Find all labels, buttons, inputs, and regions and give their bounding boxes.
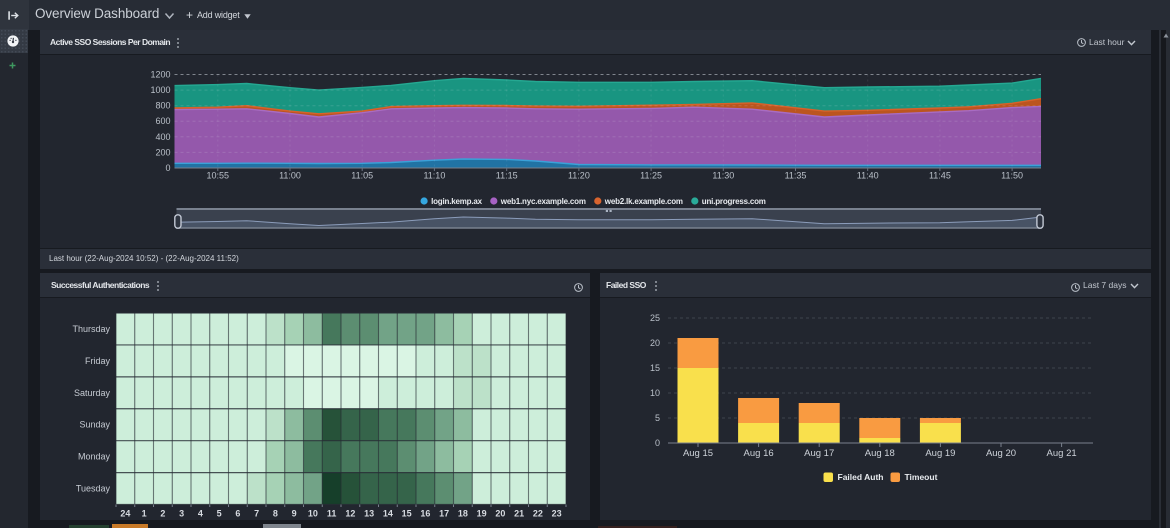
svg-text:uni.progress.com: uni.progress.com: [702, 197, 766, 206]
svg-text:10:55: 10:55: [207, 171, 230, 181]
svg-text:20: 20: [495, 509, 505, 519]
svg-text:13: 13: [364, 509, 374, 519]
svg-text:22: 22: [533, 509, 543, 519]
svg-text:Saturday: Saturday: [74, 388, 111, 398]
svg-text:18: 18: [458, 509, 468, 519]
svg-text:11:25: 11:25: [640, 171, 662, 181]
svg-text:14: 14: [383, 509, 393, 519]
svg-text:Friday: Friday: [85, 356, 111, 366]
svg-text:11:15: 11:15: [496, 171, 518, 181]
svg-text:Aug 18: Aug 18: [865, 448, 895, 459]
svg-text:12: 12: [345, 509, 355, 519]
svg-text:16: 16: [420, 509, 430, 519]
svg-text:25: 25: [650, 313, 660, 323]
svg-text:15: 15: [402, 509, 412, 519]
svg-text:Aug 19: Aug 19: [925, 448, 955, 459]
svg-text:20: 20: [650, 338, 660, 348]
svg-text:15: 15: [650, 363, 660, 373]
svg-text:1200: 1200: [150, 70, 170, 80]
svg-text:600: 600: [155, 116, 170, 126]
svg-text:Tuesday: Tuesday: [76, 484, 111, 494]
svg-text:1000: 1000: [150, 85, 170, 95]
svg-text:Sunday: Sunday: [79, 420, 110, 430]
svg-text:Aug 21: Aug 21: [1047, 448, 1077, 459]
svg-text:Aug 16: Aug 16: [744, 448, 774, 459]
svg-text:11:00: 11:00: [279, 171, 301, 181]
svg-text:0: 0: [655, 438, 660, 448]
svg-text:400: 400: [155, 132, 170, 142]
svg-text:11:20: 11:20: [568, 171, 590, 181]
svg-text:2: 2: [160, 509, 165, 519]
svg-text:Aug 17: Aug 17: [804, 448, 834, 459]
svg-text:11:45: 11:45: [929, 171, 951, 181]
svg-text:17: 17: [439, 509, 449, 519]
svg-text:11:05: 11:05: [351, 171, 373, 181]
svg-text:Aug 15: Aug 15: [683, 448, 713, 459]
svg-text:7: 7: [254, 509, 259, 519]
svg-text:800: 800: [155, 101, 170, 111]
svg-text:11:50: 11:50: [1001, 171, 1023, 181]
svg-text:24: 24: [120, 509, 130, 519]
svg-text:9: 9: [292, 509, 297, 519]
svg-text:web1.nyc.example.com: web1.nyc.example.com: [500, 197, 586, 206]
svg-text:Timeout: Timeout: [905, 472, 938, 482]
svg-text:web2.lk.example.com: web2.lk.example.com: [604, 197, 683, 206]
svg-text:11:30: 11:30: [712, 171, 734, 181]
svg-text:11:35: 11:35: [785, 171, 807, 181]
svg-text:19: 19: [477, 509, 487, 519]
svg-text:Monday: Monday: [78, 452, 111, 462]
svg-text:4: 4: [198, 509, 203, 519]
svg-text:0: 0: [165, 163, 170, 173]
svg-text:Aug 20: Aug 20: [986, 448, 1016, 459]
svg-text:3: 3: [179, 509, 184, 519]
svg-text:10: 10: [650, 388, 660, 398]
svg-text:8: 8: [273, 509, 278, 519]
svg-text:23: 23: [552, 509, 562, 519]
svg-text:10: 10: [308, 509, 318, 519]
svg-text:Failed Auth: Failed Auth: [838, 472, 884, 482]
svg-text:21: 21: [514, 509, 524, 519]
svg-text:1: 1: [142, 509, 147, 519]
svg-text:11:40: 11:40: [857, 171, 879, 181]
svg-text:5: 5: [217, 509, 222, 519]
svg-text:login.kemp.ax: login.kemp.ax: [431, 197, 482, 206]
svg-text:11:10: 11:10: [423, 171, 445, 181]
svg-text:200: 200: [155, 147, 170, 157]
svg-text:6: 6: [235, 509, 240, 519]
svg-text:5: 5: [655, 413, 660, 423]
svg-text:11: 11: [327, 509, 337, 519]
svg-text:Thursday: Thursday: [72, 324, 110, 334]
